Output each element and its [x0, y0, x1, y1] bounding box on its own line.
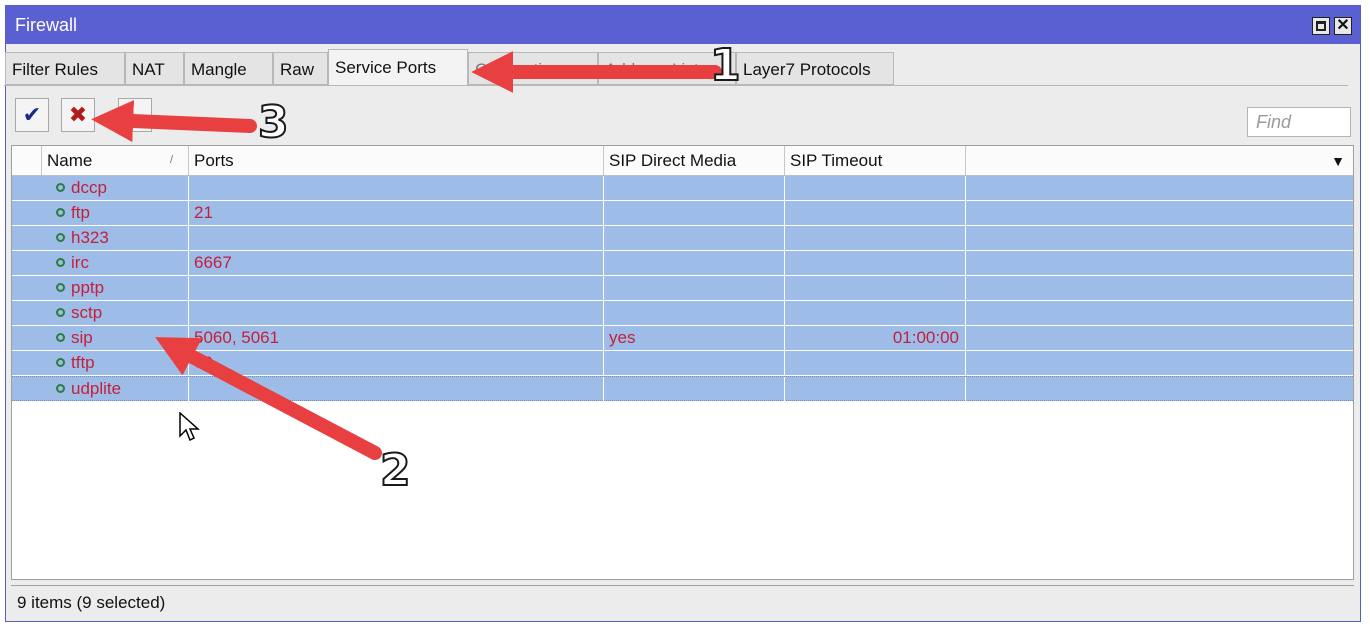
annotation-arrows — [91, 51, 722, 460]
arrow-3 — [91, 100, 257, 143]
annotation-3: 3 — [257, 96, 290, 149]
mouse-cursor-icon — [179, 412, 200, 442]
annotation-1: 1 — [709, 39, 742, 92]
annotation-2: 2 — [379, 444, 412, 497]
